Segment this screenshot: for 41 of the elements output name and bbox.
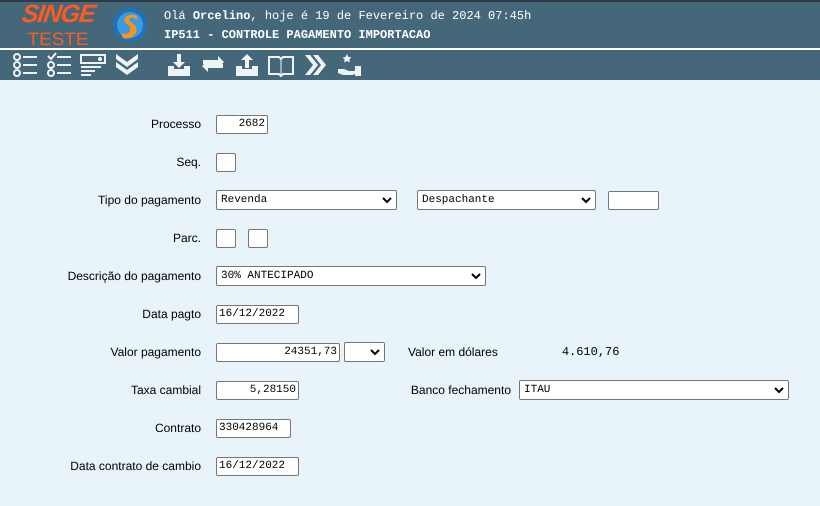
caret-icon [382, 196, 392, 204]
dropdown[interactable]: Revenda [216, 190, 397, 210]
page-title: IP511 - CONTROLE PAGAMENTO IMPORTACAO [164, 28, 432, 42]
dropdown[interactable]: ITAU [519, 380, 789, 400]
field-label: Data contrato de cambio [69, 459, 202, 473]
field-label: Banco fechamento [410, 383, 511, 397]
logo-text: SINGE [20, 0, 96, 29]
input-field[interactable]: 2682 [216, 114, 268, 134]
field-label: Parc. [172, 231, 202, 245]
input-field[interactable]: 24351,73 [216, 342, 340, 362]
field-label: Tipo do pagamento [97, 193, 202, 207]
input-field[interactable] [248, 228, 268, 248]
field-label: Processo [150, 117, 202, 131]
field-label: Contrato [154, 421, 202, 435]
input-field[interactable]: 330428964 [216, 418, 291, 438]
caret-icon [471, 272, 481, 280]
input-field[interactable]: 16/12/2022 [216, 304, 299, 324]
input-field[interactable] [608, 190, 659, 210]
field-label: Taxa cambial [130, 383, 202, 397]
field-label: Data pagto [141, 307, 202, 321]
logo-subtitle: TESTE [28, 29, 88, 50]
greeting-text: Olá Orcelino, hoje é 19 de Fevereiro de 2024 07:45h [164, 8, 532, 22]
dropdown[interactable]: 30% ANTECIPADO [216, 266, 486, 286]
input-field[interactable]: 5,28150 [216, 380, 299, 400]
caret-icon [581, 196, 591, 204]
input-field[interactable] [216, 152, 236, 172]
caret-icon [774, 386, 784, 394]
input-field[interactable]: 16/12/2022 [216, 456, 299, 476]
form-icon[interactable] [78, 51, 108, 79]
field-label: Valor em dólares [408, 345, 498, 359]
dropdown[interactable] [344, 342, 385, 362]
field-label: Seq. [175, 155, 202, 169]
dropdown[interactable]: Despachante [417, 190, 596, 210]
field-label: Descrição do pagamento [66, 269, 202, 283]
value-text: 4.610,76 [562, 345, 620, 359]
list-icon[interactable] [10, 51, 40, 79]
logo-icon [112, 7, 148, 43]
caret-icon [370, 348, 380, 356]
field-label: Valor pagamento [109, 345, 202, 359]
checklist-icon[interactable] [44, 51, 74, 79]
input-field[interactable] [216, 228, 236, 248]
